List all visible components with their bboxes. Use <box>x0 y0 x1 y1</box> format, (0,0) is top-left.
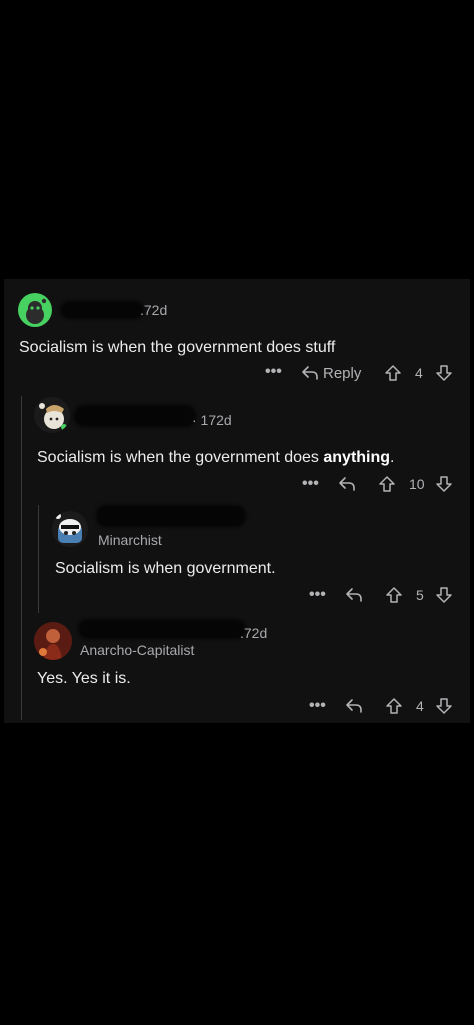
vote-count: 4 <box>416 698 424 714</box>
upvote-arrow-icon <box>385 586 403 604</box>
downvote-arrow-icon <box>435 364 453 382</box>
reply-label: Reply <box>323 364 362 382</box>
reply-arrow-icon <box>337 475 357 493</box>
reply-arrow-icon <box>344 586 364 604</box>
user-avatar[interactable] <box>18 293 52 327</box>
reply-button[interactable] <box>337 475 357 493</box>
downvote-button[interactable] <box>435 697 453 715</box>
reply-arrow-icon <box>300 364 320 382</box>
reply-button[interactable] <box>344 586 364 604</box>
upvote-arrow-icon <box>385 697 403 715</box>
comment-text-end: . <box>390 449 395 466</box>
reply-arrow-icon <box>344 697 364 715</box>
upvote-button[interactable] <box>378 475 396 493</box>
user-avatar[interactable] <box>34 622 72 660</box>
upvote-button[interactable] <box>384 364 402 382</box>
thread-line <box>21 396 22 720</box>
comment-body: Socialism is when government. <box>55 560 276 577</box>
comment-age: .72d <box>240 625 268 641</box>
more-options-icon: ••• <box>309 586 326 603</box>
comment-text-bold: anything <box>323 449 391 466</box>
user-avatar[interactable] <box>34 397 70 433</box>
downvote-arrow-icon <box>435 697 453 715</box>
comment-body: Socialism is when the government does an… <box>37 449 395 467</box>
more-options-button[interactable]: ••• <box>309 586 326 604</box>
comment-body: Socialism is when the government does st… <box>19 339 336 356</box>
vote-count: 10 <box>409 476 425 492</box>
comment-body: Yes. Yes it is. <box>37 670 131 687</box>
upvote-arrow-icon <box>378 475 396 493</box>
reply-button[interactable]: Reply <box>300 364 361 382</box>
upvote-button[interactable] <box>385 697 403 715</box>
vote-count: 4 <box>415 365 423 381</box>
comment-age: .72d <box>140 302 168 318</box>
more-options-icon: ••• <box>265 363 282 380</box>
redacted-username <box>60 301 144 319</box>
vote-count: 5 <box>416 587 424 603</box>
redacted-username <box>74 405 196 427</box>
reply-button[interactable] <box>344 697 364 715</box>
thread-line <box>38 505 39 613</box>
downvote-button[interactable] <box>435 586 453 604</box>
comment-text-plain: Socialism is when the government does <box>37 449 324 466</box>
more-options-button[interactable]: ••• <box>302 475 319 493</box>
downvote-button[interactable] <box>435 475 453 493</box>
user-flair: Minarchist <box>98 532 162 548</box>
downvote-button[interactable] <box>435 364 453 382</box>
downvote-arrow-icon <box>435 586 453 604</box>
more-options-icon: ••• <box>302 475 319 492</box>
downvote-arrow-icon <box>435 475 453 493</box>
comment-age: · 172d <box>192 412 232 428</box>
redacted-username <box>96 505 246 527</box>
more-options-icon: ••• <box>309 697 326 714</box>
upvote-button[interactable] <box>385 586 403 604</box>
redacted-username <box>78 619 246 639</box>
comment-thread-panel: .72d Socialism is when the government do… <box>4 279 470 723</box>
user-flair: Anarcho-Capitalist <box>80 642 195 658</box>
more-options-button[interactable]: ••• <box>309 697 326 715</box>
upvote-arrow-icon <box>384 364 402 382</box>
user-avatar[interactable] <box>52 511 88 547</box>
more-options-button[interactable]: ••• <box>265 363 282 381</box>
